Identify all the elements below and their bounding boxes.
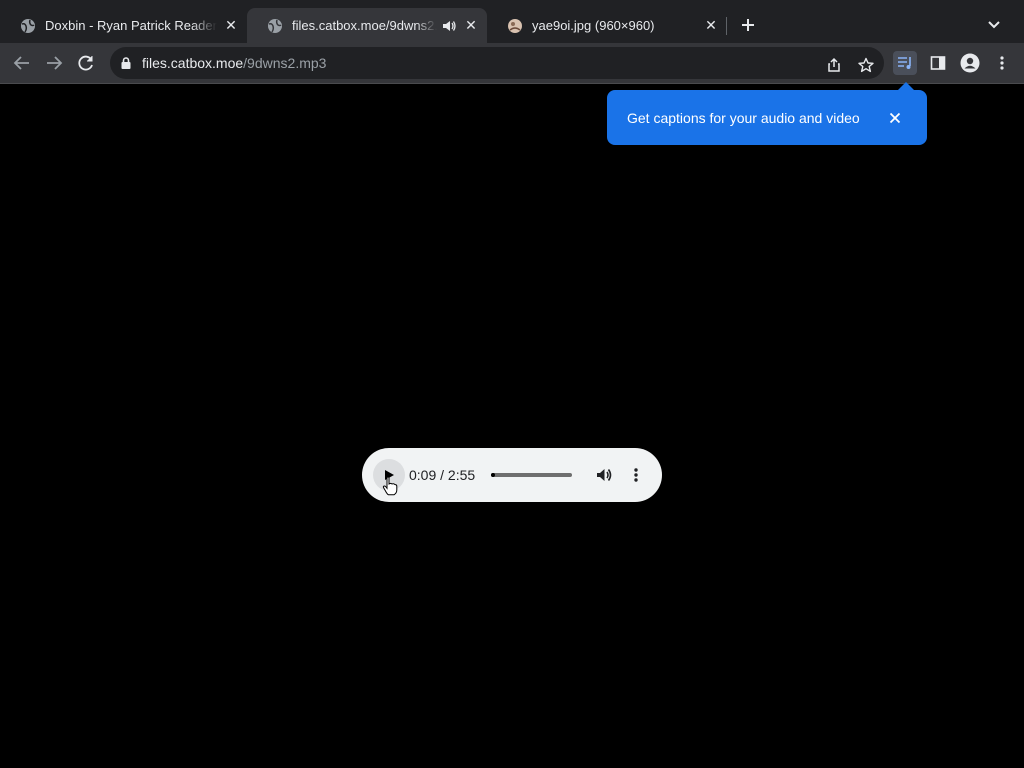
image-thumb-icon	[508, 18, 522, 33]
forward-button[interactable]	[42, 51, 66, 75]
seek-progress	[491, 473, 496, 477]
forward-arrow-icon	[47, 56, 63, 70]
play-button[interactable]	[373, 459, 405, 491]
close-icon[interactable]: ✕	[463, 17, 479, 34]
close-icon[interactable]: ✕	[703, 17, 719, 34]
promo-close-button[interactable]	[885, 108, 905, 128]
tab-search-button[interactable]	[982, 13, 1006, 37]
promo-text: Get captions for your audio and video	[627, 109, 860, 126]
chevron-down-icon	[988, 21, 1000, 29]
speaker-icon[interactable]	[441, 18, 457, 34]
time-display: 0:09 / 2:55	[409, 467, 476, 483]
plus-icon	[742, 19, 754, 31]
address-bar[interactable]: files.catbox.moe/9dwns2.mp3	[110, 47, 884, 79]
live-caption-promo: Get captions for your audio and video	[607, 90, 927, 145]
menu-button[interactable]	[990, 51, 1014, 75]
more-options-button[interactable]	[625, 464, 647, 486]
close-icon	[889, 112, 901, 123]
mute-button[interactable]	[593, 464, 615, 486]
url-text[interactable]: files.catbox.moe/9dwns2.mp3	[142, 55, 326, 71]
globe-icon	[21, 18, 35, 33]
reload-button[interactable]	[74, 51, 98, 75]
avatar-icon	[960, 53, 980, 73]
star-icon	[858, 57, 874, 73]
bubble-arrow	[898, 82, 914, 90]
volume-icon	[597, 469, 612, 481]
tab-doxbin[interactable]: Doxbin - Ryan Patrick Readence ✕	[0, 8, 247, 43]
side-panel-button[interactable]	[926, 51, 950, 75]
tab-title: files.catbox.moe/9dwns2.mp3	[292, 18, 437, 33]
page-content	[0, 85, 1024, 768]
url-host: files.catbox.moe	[142, 55, 244, 71]
tab-title: yae9oi.jpg (960×960)	[532, 18, 655, 33]
kebab-menu-icon	[1000, 56, 1004, 70]
bookmark-button[interactable]	[856, 55, 876, 75]
new-tab-button[interactable]	[736, 13, 760, 37]
side-panel-icon	[930, 56, 946, 70]
back-button[interactable]	[10, 51, 34, 75]
share-button[interactable]	[824, 55, 844, 75]
media-controls-button[interactable]	[893, 51, 917, 75]
tab-title: Doxbin - Ryan Patrick Readence	[45, 18, 217, 33]
kebab-menu-icon	[634, 468, 638, 482]
audio-player: 0:09 / 2:55	[362, 448, 662, 502]
back-arrow-icon	[13, 56, 29, 70]
seek-bar[interactable]	[491, 473, 572, 477]
tab-catbox-mp3[interactable]: files.catbox.moe/9dwns2.mp3 ✕	[247, 8, 487, 43]
lock-icon[interactable]	[119, 56, 133, 70]
share-icon	[828, 57, 840, 72]
media-queue-icon	[898, 57, 911, 69]
profile-button[interactable]	[958, 51, 982, 75]
close-icon[interactable]: ✕	[223, 17, 239, 34]
reload-icon	[78, 55, 93, 71]
tab-yae9oi-jpg[interactable]: yae9oi.jpg (960×960) ✕	[487, 8, 727, 43]
toolbar: files.catbox.moe/9dwns2.mp3	[0, 43, 1024, 84]
url-path: /9dwns2.mp3	[243, 55, 327, 71]
tab-strip: Doxbin - Ryan Patrick Readence ✕ files.c…	[0, 0, 1024, 43]
tab-divider	[726, 17, 727, 35]
globe-icon	[268, 18, 282, 33]
play-icon	[385, 470, 394, 480]
